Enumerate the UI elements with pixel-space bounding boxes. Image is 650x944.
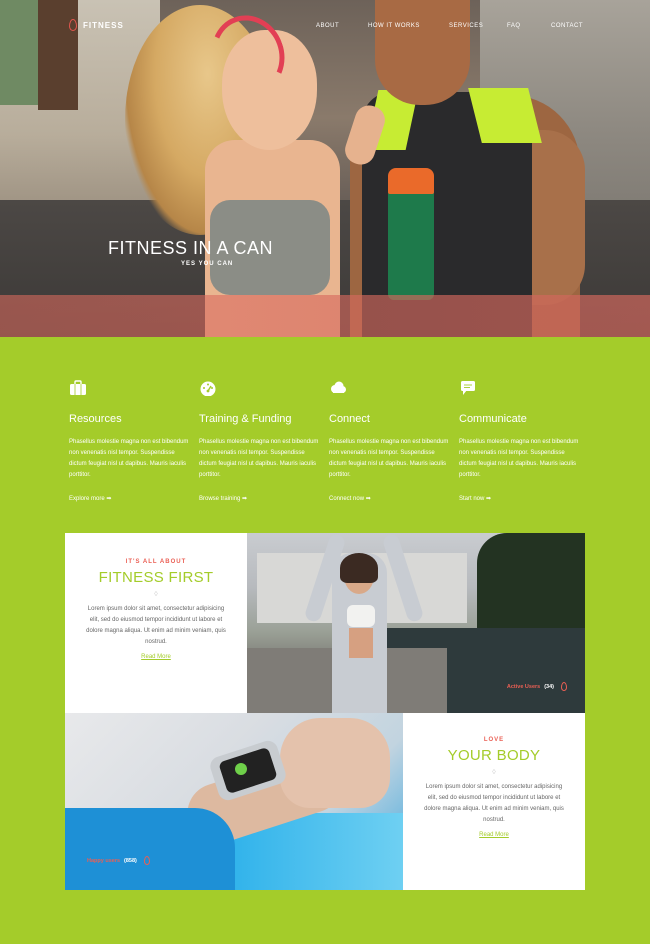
hero-background-door [38, 0, 78, 110]
feature-description: Phasellus molestie magna non est bibendu… [329, 439, 449, 478]
card-love-your-body: LOVE YOUR BODY ◊ Lorem ipsum dolor sit a… [403, 713, 585, 890]
badge-count: (858) [124, 857, 137, 864]
hero-banner: FITNESS ABOUT HOW IT WORKS SERVICES FAQ … [0, 0, 650, 337]
feature-title: Training & Funding [199, 413, 292, 425]
hero-title: FITNESS IN A CAN [108, 238, 274, 258]
nav-item-about[interactable]: ABOUT [316, 23, 339, 29]
drop-icon [69, 19, 77, 31]
arrow-right-icon: ➡ [486, 496, 492, 502]
drop-divider-icon: ◊ [492, 769, 496, 776]
feature-description: Phasellus molestie magna non est bibendu… [459, 439, 579, 478]
feature-title: Connect [329, 413, 370, 425]
nav-item-contact[interactable]: CONTACT [551, 23, 583, 29]
photo-woman-torso [349, 628, 373, 658]
feature-link-browse-training[interactable]: Browse training ➡ [199, 495, 324, 502]
photo-woman-stretching: Active Users (34) [247, 533, 585, 713]
chat-icon [461, 381, 475, 395]
nav-item-services[interactable]: SERVICES [449, 23, 483, 29]
card-title: FITNESS FIRST [98, 569, 214, 586]
brand-name: FITNESS [83, 20, 124, 30]
arrow-right-icon: ➡ [365, 496, 371, 502]
feature-training-funding: Training & Funding Phasellus molestie ma… [199, 380, 324, 502]
card-description: Lorem ipsum dolor sit amet, consectetur … [86, 606, 226, 645]
cloud-icon [331, 381, 346, 393]
feature-description: Phasellus molestie magna non est bibendu… [199, 439, 319, 478]
feature-title: Resources [69, 413, 122, 425]
feature-link-explore-more[interactable]: Explore more ➡ [69, 495, 194, 502]
briefcase-icon [70, 380, 86, 395]
speedometer-icon [200, 381, 216, 397]
photo-woman-hair [340, 553, 378, 583]
photo-hand [280, 718, 390, 808]
active-users-badge: Active Users (34) [507, 682, 567, 691]
feature-connect: Connect Phasellus molestie magna non est… [329, 380, 454, 502]
feature-link-start-now[interactable]: Start now ➡ [459, 495, 584, 502]
photo-woman-sports-bra [347, 605, 375, 627]
drop-divider-icon: ◊ [154, 591, 158, 598]
card-eyebrow: LOVE [483, 737, 505, 743]
feature-title: Communicate [459, 413, 527, 425]
hero-water-bottle [388, 180, 434, 300]
badge-label: Happy users [87, 857, 121, 864]
card-eyebrow: IT'S ALL ABOUT [125, 559, 187, 565]
card-read-more-link[interactable]: Read More [65, 654, 247, 660]
badge-count: (34) [544, 683, 554, 690]
brand-logo[interactable]: FITNESS [69, 19, 124, 31]
hero-subtitle: YES YOU CAN [181, 261, 234, 267]
hero-overlay-strip [0, 295, 650, 337]
photo-background-trees [477, 533, 585, 643]
feature-communicate: Communicate Phasellus molestie magna non… [459, 380, 584, 502]
photo-smartwatch: Happy users (858) [65, 713, 403, 890]
feature-resources: Resources Phasellus molestie magna non e… [69, 380, 194, 502]
nav-item-faq[interactable]: FAQ [507, 23, 521, 29]
drop-icon [561, 682, 567, 691]
arrow-right-icon: ➡ [106, 496, 112, 502]
card-read-more-link[interactable]: Read More [403, 832, 585, 838]
drop-icon [143, 856, 150, 865]
nav-item-how-it-works[interactable]: HOW IT WORKS [368, 23, 420, 29]
hero-man-head [375, 0, 470, 105]
card-fitness-first: IT'S ALL ABOUT FITNESS FIRST ◊ Lorem ips… [65, 533, 247, 713]
hero-background-pillar [0, 0, 38, 105]
feature-description: Phasellus molestie magna non est bibendu… [69, 439, 189, 478]
badge-label: Active Users [506, 683, 541, 690]
feature-link-connect-now[interactable]: Connect now ➡ [329, 495, 454, 502]
photo-watch-app-icon [235, 763, 247, 775]
photo-sleeve-left [65, 808, 235, 890]
arrow-right-icon: ➡ [242, 496, 248, 502]
card-title: YOUR BODY [447, 747, 541, 764]
happy-users-badge: Happy users (858) [87, 856, 150, 865]
hero-bottle-cap [388, 168, 434, 194]
card-description: Lorem ipsum dolor sit amet, consectetur … [424, 784, 564, 823]
